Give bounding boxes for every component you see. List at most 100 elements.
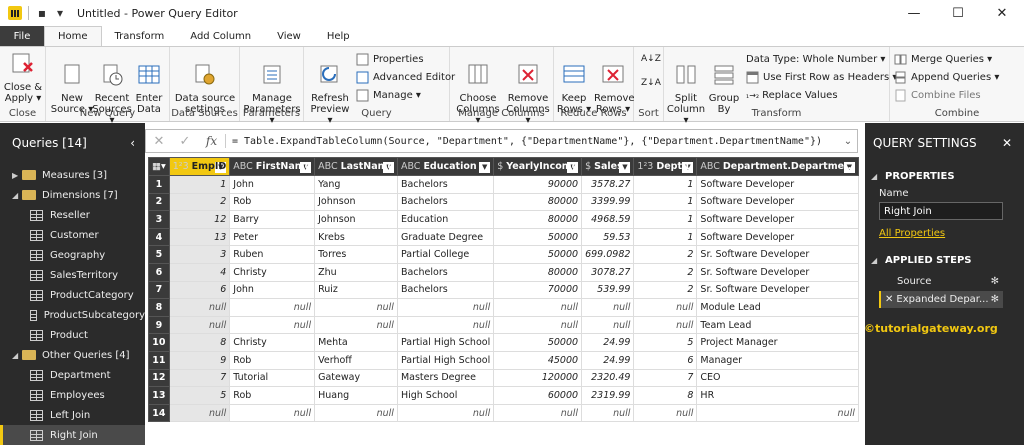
table-cell[interactable]: Torres — [314, 245, 398, 264]
table-row[interactable]: 9 null null null null null null null Team Lead — [148, 315, 859, 335]
table-cell[interactable]: Sr. Software Developer — [696, 262, 859, 282]
column-header-yearlyincome[interactable]: ▼ $ YearlyIncome — [493, 157, 583, 176]
column-type-icon[interactable]: $ — [497, 161, 503, 172]
tab-add-column[interactable]: Add Column — [177, 26, 264, 46]
maximize-button[interactable]: ☐ — [936, 0, 980, 26]
table-cell[interactable]: 9 — [168, 350, 231, 370]
table-cell[interactable]: Team Lead — [696, 315, 859, 335]
query-item-department[interactable]: Department — [0, 365, 145, 385]
table-cell[interactable]: null — [493, 298, 583, 317]
table-cell[interactable]: Rob — [229, 386, 316, 405]
table-cell[interactable]: 1 — [633, 192, 698, 212]
table-cell[interactable]: 80000 — [493, 210, 583, 229]
table-cell[interactable]: null — [229, 298, 316, 317]
table-cell[interactable]: Partial College — [396, 245, 495, 264]
table-cell[interactable]: 120000 — [493, 368, 583, 388]
table-cell[interactable]: Education — [396, 210, 495, 229]
all-properties-link[interactable]: All Properties — [879, 228, 945, 239]
table-cell[interactable]: 7 — [168, 368, 231, 388]
append-queries-button[interactable]: Append Queries ▾ — [894, 69, 999, 85]
table-cell[interactable]: John — [229, 280, 316, 300]
table-cell[interactable]: null — [493, 403, 583, 423]
row-number[interactable]: 3 — [148, 210, 170, 229]
expand-formula-icon[interactable]: ⌄ — [839, 136, 857, 147]
table-cell[interactable]: Manager — [696, 350, 859, 370]
table-row[interactable]: 2 2 Rob Johnson Bachelors 80000 3399.99 1 Softwa… — [148, 192, 859, 212]
table-cell[interactable]: Partial High School — [396, 333, 495, 352]
table-cell[interactable]: 2 — [633, 245, 698, 264]
applied-step-expanded[interactable]: ✕ Expanded Depar... ✻ — [879, 291, 1003, 308]
tab-transform[interactable]: Transform — [102, 26, 178, 46]
table-cell[interactable]: Bachelors — [396, 280, 495, 300]
table-cell[interactable]: 4 — [168, 262, 231, 282]
table-cell[interactable]: 2 — [633, 280, 698, 300]
query-name-input[interactable] — [879, 202, 1003, 220]
query-item-productcategory[interactable]: ProductCategory — [0, 285, 145, 305]
row-number[interactable]: 12 — [148, 368, 170, 388]
query-item-left-join[interactable]: Left Join — [0, 405, 145, 425]
row-number[interactable]: 7 — [148, 280, 170, 300]
table-row[interactable]: 10 8 Christy Mehta Partial High School 50000 2… — [148, 333, 859, 352]
table-cell[interactable]: 6 — [633, 350, 698, 370]
table-cell[interactable]: High School — [396, 386, 495, 405]
fx-icon[interactable]: fx — [198, 134, 226, 148]
tab-home[interactable]: Home — [44, 26, 102, 46]
table-cell[interactable]: null — [396, 298, 495, 317]
query-item-reseller[interactable]: Reseller — [0, 205, 145, 225]
close-window-button[interactable]: ✕ — [980, 0, 1024, 26]
column-type-icon[interactable]: ABC — [233, 161, 252, 172]
column-filter-dropdown-icon[interactable]: ▼ — [479, 161, 491, 173]
table-row[interactable]: 14 null null null null null null null null — [148, 403, 859, 423]
group-by-button[interactable]: Group By — [706, 51, 742, 115]
table-cell[interactable]: 699.0982 — [581, 245, 635, 264]
column-header-deptid[interactable]: ▼ 1²3 DeptID — [633, 157, 698, 176]
table-cell[interactable]: John — [229, 175, 316, 194]
table-cell[interactable]: 3399.99 — [581, 192, 635, 212]
manage-button[interactable]: Manage ▾ — [356, 87, 421, 103]
table-cell[interactable]: Verhoff — [314, 350, 398, 370]
table-cell[interactable]: 2 — [633, 262, 698, 282]
collapse-triangle-icon[interactable]: ◢ — [871, 172, 881, 181]
table-row[interactable]: 13 5 Rob Huang High School 60000 2319.99 8 HR — [148, 386, 859, 405]
table-row[interactable]: 12 7 Tutorial Gateway Masters Degree 120000 23… — [148, 368, 859, 388]
table-cell[interactable]: null — [314, 298, 398, 317]
table-cell[interactable]: 6 — [168, 280, 231, 300]
replace-values-button[interactable]: ₁→₂ Replace Values — [746, 87, 838, 103]
table-cell[interactable]: Partial High School — [396, 350, 495, 370]
row-number[interactable]: 14 — [148, 403, 170, 423]
commit-formula-icon[interactable]: ✓ — [172, 134, 198, 149]
table-cell[interactable]: 5 — [168, 386, 231, 405]
table-cell[interactable]: null — [168, 403, 231, 423]
table-cell[interactable]: null — [229, 315, 316, 335]
row-number[interactable]: 1 — [148, 175, 170, 194]
gear-icon[interactable]: ✻ — [991, 276, 999, 287]
table-cell[interactable]: Bachelors — [396, 175, 495, 194]
properties-button[interactable]: Properties — [356, 51, 424, 67]
table-cell[interactable]: Rob — [229, 192, 316, 212]
table-cell[interactable]: null — [633, 315, 698, 335]
query-item-productsubcategory[interactable]: ProductSubcategory — [0, 305, 145, 325]
table-cell[interactable]: Ruben — [229, 245, 316, 264]
table-cell[interactable]: 12 — [168, 210, 231, 229]
table-cell[interactable]: Peter — [229, 227, 316, 247]
table-cell[interactable]: null — [696, 403, 859, 423]
merge-queries-button[interactable]: Merge Queries ▾ — [894, 51, 992, 67]
tab-view[interactable]: View — [264, 26, 314, 46]
table-cell[interactable]: Yang — [314, 175, 398, 194]
row-number[interactable]: 2 — [148, 192, 170, 212]
table-cell[interactable]: Zhu — [314, 262, 398, 282]
collapse-triangle-icon[interactable]: ◢ — [12, 351, 22, 360]
row-number[interactable]: 13 — [148, 386, 170, 405]
table-cell[interactable]: 80000 — [493, 262, 583, 282]
applied-step-source[interactable]: Source ✻ — [879, 273, 1003, 290]
table-cell[interactable]: 1 — [633, 210, 698, 229]
table-cell[interactable]: 1 — [633, 175, 698, 194]
quick-access-dropdown-icon[interactable]: ▾ — [53, 6, 67, 20]
cancel-formula-icon[interactable]: ✕ — [146, 134, 172, 149]
table-cell[interactable]: 90000 — [493, 175, 583, 194]
advanced-editor-button[interactable]: Advanced Editor — [356, 69, 455, 85]
delete-step-icon[interactable]: ✕ — [885, 294, 893, 305]
table-cell[interactable]: Gateway — [314, 368, 398, 388]
table-cell[interactable]: null — [493, 315, 583, 335]
row-number[interactable]: 11 — [148, 350, 170, 370]
